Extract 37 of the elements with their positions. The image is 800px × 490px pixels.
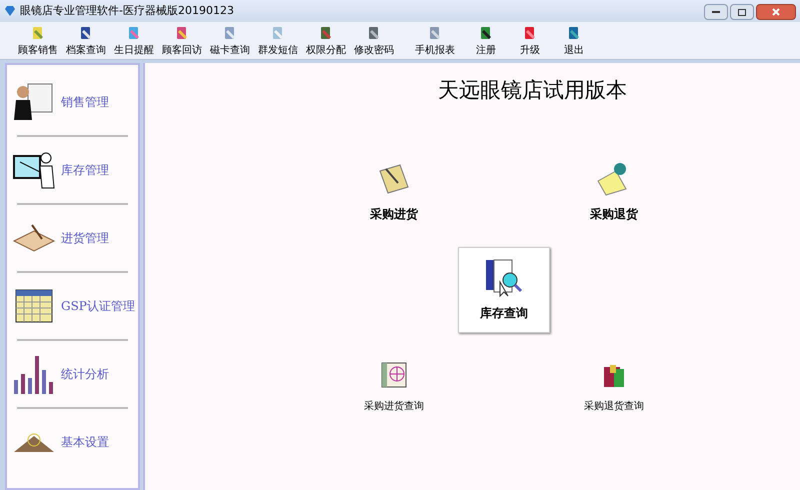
sidebar-item[interactable]: 统计分析 (7, 341, 138, 407)
toolbar-button[interactable]: 档案查询 (62, 25, 110, 59)
action-button[interactable]: 库存查询 (458, 246, 550, 332)
pencil-icon (30, 25, 46, 41)
maximize-icon (738, 8, 746, 16)
minimize-icon (712, 11, 720, 13)
toolbar-button[interactable]: 注册 (464, 25, 508, 59)
toolbar-button[interactable]: 磁卡查询 (206, 25, 254, 59)
presenter-board-icon (12, 150, 56, 190)
toolbar-button[interactable]: 修改密码 (350, 25, 398, 59)
toolbar-button[interactable]: 升级 (508, 25, 552, 59)
sidebar-item[interactable]: 基本设置 (7, 409, 138, 475)
sidebar-item[interactable]: GSP认证管理 (7, 273, 138, 339)
close-button[interactable] (756, 4, 796, 20)
action-button[interactable]: 采购退货 (559, 158, 669, 224)
page-title: 天远眼镜店试用版本 (437, 77, 628, 104)
toolbar-button[interactable]: 手机报表 (406, 25, 464, 59)
minimize-button[interactable] (704, 4, 728, 20)
maximize-button[interactable] (730, 4, 754, 20)
toolbar-button[interactable]: 顾客回访 (158, 25, 206, 59)
toolbar-button[interactable]: 群发短信 (254, 25, 302, 59)
sidebar-item[interactable]: 进货管理 (7, 205, 138, 271)
sidebar-item[interactable]: 销售管理 (7, 69, 138, 135)
toolbar-button[interactable]: 顾客销售 (14, 25, 62, 59)
toolbar-button[interactable]: 生日提醒 (110, 25, 158, 59)
toolbar-button[interactable]: 退出 (552, 25, 596, 59)
action-button[interactable]: 采购进货 (339, 158, 449, 224)
window-title: 眼镜店专业管理软件-医疗器械版20190123 (20, 2, 234, 19)
mountain-icon (12, 432, 56, 452)
calendar-icon (14, 288, 54, 324)
query-button[interactable]: 采购进货查询 (339, 360, 449, 414)
table-grid-icon (380, 360, 408, 388)
document-search-icon (484, 258, 524, 298)
sidebar-item[interactable]: 库存管理 (7, 137, 138, 203)
toolbar-button[interactable]: 权限分配 (302, 25, 350, 59)
close-icon (772, 8, 780, 16)
query-button[interactable]: 采购退货查询 (559, 360, 669, 414)
